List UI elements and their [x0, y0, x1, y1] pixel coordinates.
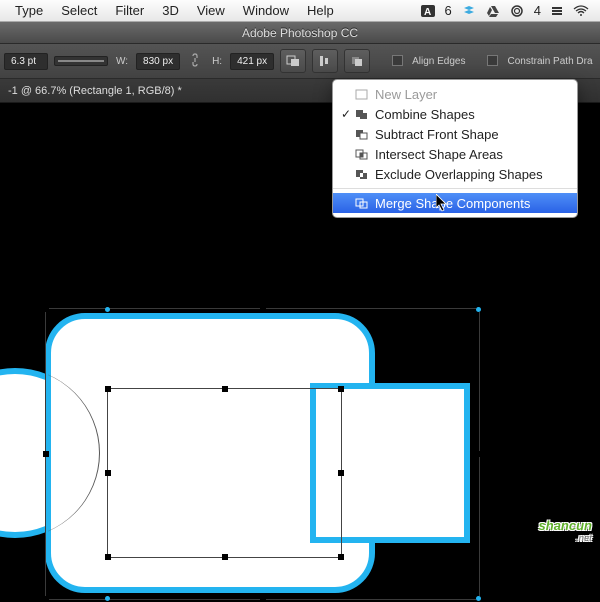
dropbox-icon[interactable] [457, 5, 481, 17]
handle-tm[interactable] [260, 306, 266, 312]
menu-extra-icon[interactable] [546, 5, 568, 17]
path-operations-menu: New Layer ✓ Combine Shapes Subtract Fron… [332, 79, 578, 218]
watermark: shancun .net [539, 518, 592, 543]
check-icon: ✓ [339, 107, 353, 121]
menu-item-label: Exclude Overlapping Shapes [375, 167, 543, 182]
subtract-icon [353, 127, 369, 141]
transform-bbox-inner[interactable] [107, 388, 342, 558]
anchor-point[interactable] [476, 307, 481, 312]
status-number: 6 [440, 3, 457, 18]
handle-bl[interactable] [43, 596, 49, 602]
path-align-button[interactable] [312, 49, 338, 73]
mac-menubar: Type Select Filter 3D View Window Help A… [0, 0, 600, 22]
align-edges-checkbox[interactable] [392, 55, 406, 66]
handle-tl[interactable] [43, 306, 49, 312]
status-number-2: 4 [529, 3, 546, 18]
new-layer-icon [353, 87, 369, 101]
width-input[interactable]: 830 px [136, 53, 180, 70]
intersect-icon [353, 147, 369, 161]
watermark-sub: .net [539, 533, 592, 543]
menu-type[interactable]: Type [6, 3, 52, 18]
handle-bl[interactable] [105, 554, 111, 560]
width-label: W: [114, 56, 130, 67]
wifi-icon[interactable] [568, 5, 594, 17]
exclude-icon [353, 167, 369, 181]
menu-3d[interactable]: 3D [153, 3, 188, 18]
path-arrange-button[interactable] [344, 49, 370, 73]
handle-tr[interactable] [338, 386, 344, 392]
anchor-point[interactable] [476, 596, 481, 601]
menu-select[interactable]: Select [52, 3, 106, 18]
handle-ml[interactable] [105, 470, 111, 476]
anchor-point[interactable] [105, 307, 110, 312]
handle-bm[interactable] [222, 554, 228, 560]
handle-tl[interactable] [105, 386, 111, 392]
document-tab[interactable]: -1 @ 66.7% (Rectangle 1, RGB/8) * [8, 85, 182, 97]
adobe-a-icon[interactable]: A [416, 5, 440, 17]
menu-item-label: Combine Shapes [375, 107, 475, 122]
menu-item-label: Merge Shape Components [375, 196, 530, 211]
menu-item-label: Subtract Front Shape [375, 127, 499, 142]
menu-item-merge[interactable]: Merge Shape Components [333, 193, 577, 213]
menu-item-subtract[interactable]: Subtract Front Shape [333, 124, 577, 144]
cc-icon[interactable] [505, 5, 529, 17]
menu-item-intersect[interactable]: Intersect Shape Areas [333, 144, 577, 164]
handle-mr[interactable] [476, 451, 482, 457]
app-title-bar: Adobe Photoshop CC [0, 22, 600, 44]
handle-ml[interactable] [43, 451, 49, 457]
align-edges-label: Align Edges [412, 56, 465, 67]
menu-item-exclude[interactable]: Exclude Overlapping Shapes [333, 164, 577, 184]
options-bar: 6.3 pt W: 830 px H: 421 px Align Edges C… [0, 44, 600, 79]
anchor-point[interactable] [105, 596, 110, 601]
app-title: Adobe Photoshop CC [242, 26, 358, 40]
height-input[interactable]: 421 px [230, 53, 274, 70]
menu-view[interactable]: View [188, 3, 234, 18]
menu-item-combine[interactable]: ✓ Combine Shapes [333, 104, 577, 124]
menu-window[interactable]: Window [234, 3, 298, 18]
menu-separator [333, 188, 577, 189]
cursor-icon [436, 194, 450, 217]
menu-item-label: Intersect Shape Areas [375, 147, 503, 162]
merge-icon [353, 196, 369, 210]
watermark-text: shancun [539, 518, 592, 533]
link-wh-icon[interactable] [186, 53, 204, 70]
menu-help[interactable]: Help [298, 3, 343, 18]
height-label: H: [210, 56, 224, 67]
handle-bm[interactable] [260, 596, 266, 602]
menu-filter[interactable]: Filter [106, 3, 153, 18]
handle-br[interactable] [338, 554, 344, 560]
constrain-checkbox[interactable] [487, 55, 501, 66]
stroke-weight-input[interactable]: 6.3 pt [4, 53, 48, 70]
stroke-style-dropdown[interactable] [54, 56, 108, 66]
handle-tm[interactable] [222, 386, 228, 392]
constrain-label: Constrain Path Dra [507, 56, 592, 67]
menu-item-new-layer: New Layer [333, 84, 577, 104]
combine-icon [353, 107, 369, 121]
menu-item-label: New Layer [375, 87, 437, 102]
path-ops-button[interactable] [280, 49, 306, 73]
handle-mr[interactable] [338, 470, 344, 476]
svg-text:A: A [424, 7, 431, 17]
drive-icon[interactable] [481, 5, 505, 17]
